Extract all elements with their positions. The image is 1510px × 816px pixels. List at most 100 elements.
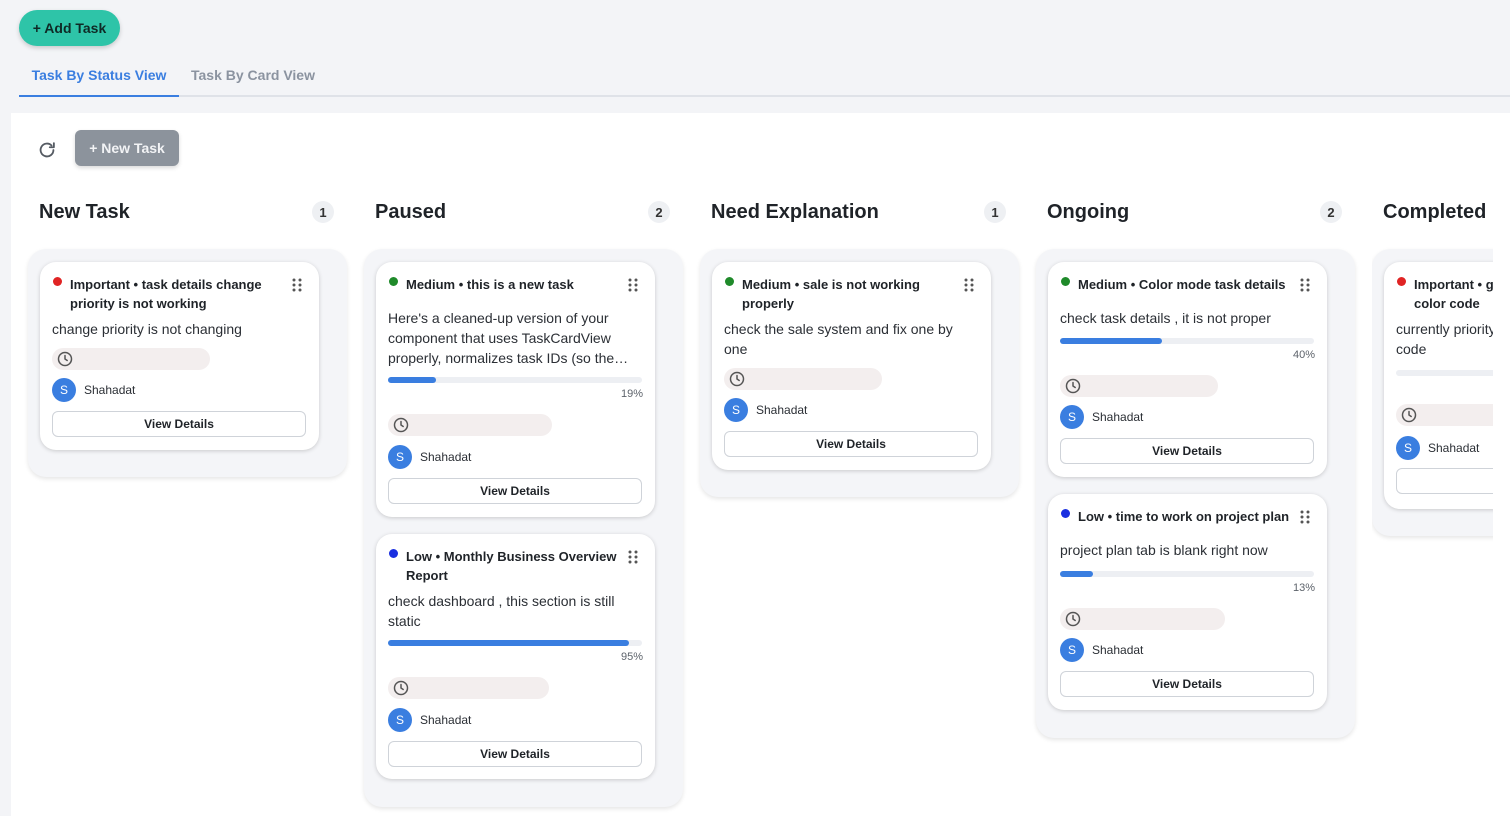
column-title: Completed (1383, 201, 1487, 223)
assignee-avatar: S (388, 708, 412, 732)
clock-icon (1065, 611, 1081, 627)
progress-bar (1396, 370, 1493, 376)
assignee-name: Shahadat (756, 403, 808, 417)
progress-fill (388, 640, 630, 646)
progress-fill (1060, 571, 1094, 577)
progress-percent: 40% (1292, 349, 1315, 361)
assignee-avatar: S (1060, 638, 1084, 662)
drag-handle-icon[interactable] (964, 278, 974, 292)
column-count-badge: 2 (1320, 201, 1342, 223)
column-paused: Medium • this is a new task Here's a cle… (364, 249, 683, 807)
task-title: Medium • this is a new task (406, 277, 574, 292)
priority-dot (1397, 277, 1406, 286)
task-card[interactable]: Important • task details change priority… (40, 262, 319, 450)
clock-icon (57, 351, 73, 367)
assignee-name: Shahadat (84, 383, 136, 397)
column-header-completed: Completed (1383, 201, 1503, 227)
column-header-need-explanation: Need Explanation 1 (711, 201, 1007, 227)
task-title: Important • task details change priority… (70, 277, 262, 311)
column-count-badge: 2 (648, 201, 670, 223)
due-date-pill (724, 368, 882, 390)
clock-icon (1065, 378, 1081, 394)
tab-task-by-status-view[interactable]: Task By Status View (19, 54, 179, 97)
due-date-pill (388, 414, 552, 436)
task-description: change priority is not changing (52, 321, 242, 337)
drag-handle-icon[interactable] (628, 550, 638, 564)
drag-handle-icon[interactable] (1300, 510, 1310, 524)
progress-bar (388, 377, 642, 383)
task-description: check task details , it is not proper (1060, 310, 1271, 326)
progress-fill (388, 377, 437, 383)
due-date-pill (52, 348, 210, 370)
drag-handle-icon[interactable] (628, 278, 638, 292)
column-title: Need Explanation (711, 201, 879, 223)
assignee-avatar: S (52, 378, 76, 402)
assignee-name: Shahadat (420, 713, 472, 727)
column-need-explanation: Medium • sale is not working properly ch… (700, 249, 1019, 497)
assignee-name: Shahadat (1428, 441, 1480, 455)
progress-percent: 19% (620, 388, 643, 400)
due-date-pill (1060, 375, 1218, 397)
priority-dot (389, 277, 398, 286)
assignee-avatar: S (1396, 436, 1420, 460)
due-date-pill (388, 677, 549, 699)
task-title: Important • gi color code (1414, 277, 1493, 311)
drag-handle-icon[interactable] (292, 278, 302, 292)
progress-percent: 13% (1292, 582, 1315, 594)
new-task-button[interactable]: + New Task (75, 130, 179, 166)
column-header-ongoing: Ongoing 2 (1047, 201, 1343, 227)
view-details-button[interactable]: View Details (388, 478, 642, 504)
refresh-icon[interactable] (36, 139, 58, 161)
task-card[interactable]: Important • gi color code currently prior… (1384, 262, 1493, 509)
task-card[interactable]: Low • time to work on project plan proje… (1048, 494, 1327, 710)
assignee-avatar: S (724, 398, 748, 422)
assignee-avatar: S (388, 445, 412, 469)
task-description: currently priority code (1396, 321, 1493, 357)
task-card[interactable]: Medium • sale is not working properly ch… (712, 262, 991, 470)
column-completed-viewport: Important • gi color code currently prior… (1372, 243, 1493, 543)
task-description: check dashboard , this section is still … (388, 593, 615, 629)
tab-task-by-card-view[interactable]: Task By Card View (179, 54, 327, 95)
progress-percent: 95% (620, 651, 643, 663)
clock-icon (393, 417, 409, 433)
column-ongoing: Medium • Color mode task details check t… (1036, 249, 1355, 738)
progress-bar (388, 640, 642, 646)
assignee-avatar: S (1060, 405, 1084, 429)
due-date-pill (1396, 404, 1493, 426)
task-title: Medium • Color mode task details (1078, 277, 1286, 292)
column-count-badge: 1 (984, 201, 1006, 223)
view-details-button[interactable]: View Details (1060, 671, 1314, 697)
drag-handle-icon[interactable] (1300, 278, 1310, 292)
progress-bar (1060, 338, 1314, 344)
task-description: check the sale system and fix one by one (724, 321, 953, 357)
assignee-name: Shahadat (1092, 410, 1144, 424)
column-completed: Important • gi color code currently prior… (1372, 249, 1493, 536)
column-title: Ongoing (1047, 201, 1130, 223)
task-card[interactable]: Low • Monthly Business Overview Report c… (376, 534, 655, 779)
task-description: Here's a cleaned-up version of your comp… (388, 310, 629, 366)
column-count-badge: 1 (312, 201, 334, 223)
priority-dot (53, 277, 62, 286)
clock-icon (1401, 407, 1417, 423)
assignee-name: Shahadat (420, 450, 472, 464)
priority-dot (1061, 277, 1070, 286)
clock-icon (729, 371, 745, 387)
view-details-button[interactable]: View Details (1060, 438, 1314, 464)
progress-fill (1060, 338, 1162, 344)
kanban-board: + New Task New Task 1 Important • task d… (11, 113, 1510, 816)
task-card[interactable]: Medium • this is a new task Here's a cle… (376, 262, 655, 517)
view-details-button[interactable]: View Details (724, 431, 978, 457)
add-task-button[interactable]: + Add Task (19, 10, 120, 46)
assignee-name: Shahadat (1092, 643, 1144, 657)
task-title: Low • time to work on project plan (1078, 509, 1290, 524)
task-description: project plan tab is blank right now (1060, 542, 1268, 558)
view-details-button[interactable]: View Details (52, 411, 306, 437)
clock-icon (393, 680, 409, 696)
view-details-button[interactable] (1396, 468, 1493, 494)
due-date-pill (1060, 608, 1225, 630)
task-card[interactable]: Medium • Color mode task details check t… (1048, 262, 1327, 477)
task-title: Medium • sale is not working properly (742, 277, 920, 311)
column-new-task: Important • task details change priority… (28, 249, 347, 477)
view-details-button[interactable]: View Details (388, 741, 642, 767)
task-title: Low • Monthly Business Overview Report (406, 549, 617, 583)
